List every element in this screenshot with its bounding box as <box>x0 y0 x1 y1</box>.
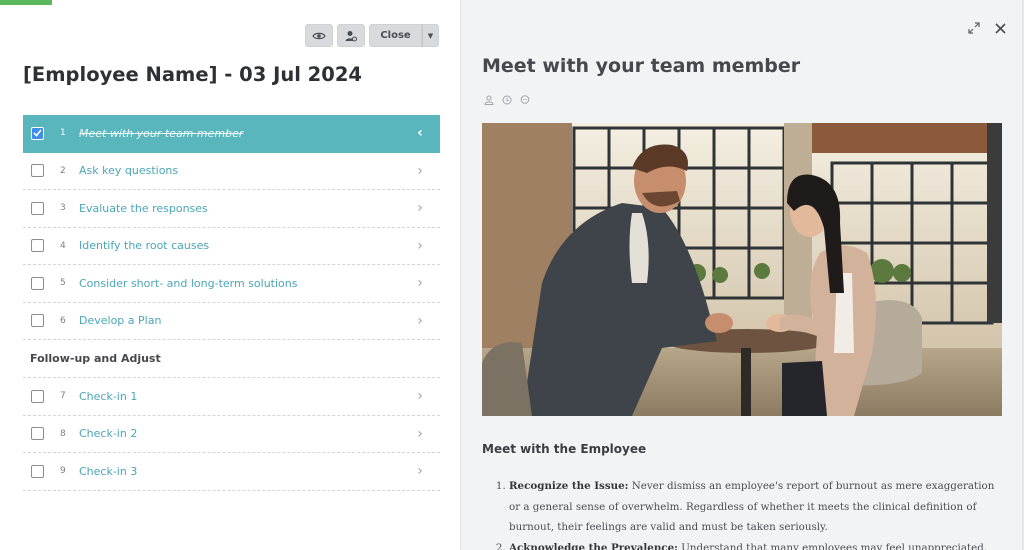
checkbox[interactable] <box>31 464 44 478</box>
step-number: 1 <box>60 128 66 139</box>
eye-icon <box>312 32 326 39</box>
assignee-icon[interactable] <box>484 95 494 105</box>
close-icon <box>994 22 1006 34</box>
expand-icon <box>968 22 980 34</box>
page-title: [Employee Name] - 03 Jul 2024 <box>23 63 362 86</box>
detail-title: Meet with your team member <box>482 55 801 77</box>
checkbox[interactable] <box>31 427 44 441</box>
comment-icon[interactable] <box>520 95 530 105</box>
step-number: 2 <box>60 165 66 176</box>
expand-button[interactable] <box>967 21 981 35</box>
checkbox[interactable] <box>31 389 44 403</box>
detail-meta-icons <box>484 95 530 105</box>
checklist-panel: Close ▼ [Employee Name] - 03 Jul 2024 1 … <box>0 0 461 550</box>
chevron-right-icon: › <box>417 200 423 217</box>
step-number: 6 <box>60 315 66 326</box>
step-number: 7 <box>60 391 66 402</box>
user-settings-icon <box>345 30 357 41</box>
due-date-icon[interactable] <box>502 95 512 105</box>
step-number: 5 <box>60 278 66 289</box>
checklist-item[interactable]: 9 Check-in 3 › <box>23 453 440 491</box>
chevron-right-icon: › <box>417 162 423 179</box>
step-number: 8 <box>60 428 66 439</box>
checkbox[interactable] <box>31 276 44 290</box>
chevron-left-icon: ‹ <box>417 125 423 142</box>
checkbox[interactable] <box>31 164 44 178</box>
step-label: Meet with your team member <box>79 126 244 140</box>
step-label: Consider short- and long-term solutions <box>79 276 298 290</box>
checklist-item[interactable]: 5 Consider short- and long-term solution… <box>23 265 440 303</box>
step-number: 3 <box>60 203 66 214</box>
step-label: Ask key questions <box>79 164 179 178</box>
content-subheading: Meet with the Employee <box>482 442 647 456</box>
checkbox[interactable] <box>31 314 44 328</box>
step-label: Evaluate the responses <box>79 201 208 215</box>
section-heading: Follow-up and Adjust <box>23 340 440 378</box>
step-label: Check-in 2 <box>79 427 138 441</box>
checkbox-checked[interactable] <box>31 126 44 140</box>
step-label: Check-in 1 <box>79 389 138 403</box>
panel-toolbar: Close ▼ <box>305 24 439 47</box>
list-item-title: Acknowledge the Prevalence: <box>509 541 678 550</box>
checklist-item[interactable]: 7 Check-in 1 › <box>23 378 440 416</box>
chevron-right-icon: › <box>417 275 423 292</box>
checklist-item[interactable]: 2 Ask key questions › <box>23 153 440 190</box>
app-root: Close ▼ [Employee Name] - 03 Jul 2024 1 … <box>0 0 1024 550</box>
step-number: 9 <box>60 466 66 477</box>
chevron-right-icon: › <box>417 463 423 480</box>
preview-button[interactable] <box>305 24 333 47</box>
checklist-item[interactable]: 1 Meet with your team member ‹ <box>23 115 440 153</box>
chevron-right-icon: › <box>417 312 423 329</box>
assign-button[interactable] <box>337 24 365 47</box>
content-list: Recognize the Issue: Never dismiss an em… <box>509 476 1004 550</box>
detail-panel: Meet with your team member Meet with the… <box>462 0 1024 550</box>
close-options-button[interactable]: ▼ <box>422 24 439 47</box>
checkbox[interactable] <box>31 239 44 253</box>
checklist-item[interactable]: 3 Evaluate the responses › <box>23 190 440 228</box>
meeting-illustration <box>482 123 1002 416</box>
checklist-item[interactable]: 4 Identify the root causes › <box>23 228 440 265</box>
list-item-text: Understand that many employees may feel … <box>677 541 988 550</box>
checkbox[interactable] <box>31 201 44 215</box>
checklist-item[interactable]: 6 Develop a Plan › <box>23 303 440 340</box>
detail-actions <box>967 21 1007 35</box>
step-label: Develop a Plan <box>79 314 162 328</box>
close-button[interactable]: Close <box>369 24 422 47</box>
chevron-right-icon: › <box>417 388 423 405</box>
list-item: Recognize the Issue: Never dismiss an em… <box>509 476 1004 538</box>
step-label: Check-in 3 <box>79 464 138 478</box>
chevron-right-icon: › <box>417 237 423 254</box>
step-number: 4 <box>60 240 66 251</box>
list-item: Acknowledge the Prevalence: Understand t… <box>509 538 1004 550</box>
progress-bar <box>0 0 52 5</box>
checkmark-icon <box>33 129 42 137</box>
list-item-title: Recognize the Issue: <box>509 480 629 492</box>
chevron-right-icon: › <box>417 425 423 442</box>
caret-down-icon: ▼ <box>427 31 434 40</box>
step-label: Identify the root causes <box>79 239 210 253</box>
checklist: 1 Meet with your team member ‹ 2 Ask key… <box>23 115 440 491</box>
checklist-item[interactable]: 8 Check-in 2 › <box>23 416 440 453</box>
close-detail-button[interactable] <box>993 21 1007 35</box>
